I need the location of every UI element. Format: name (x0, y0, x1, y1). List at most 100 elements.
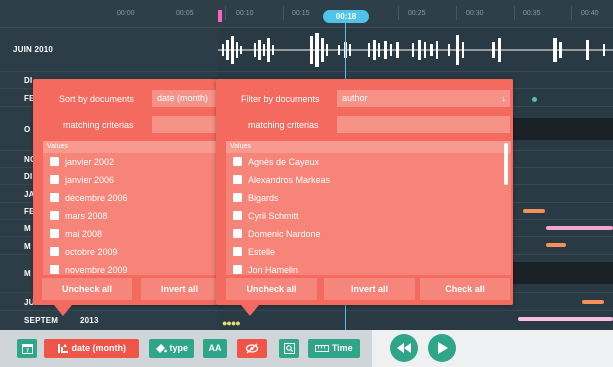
popup-pointer (54, 305, 72, 316)
filter-value-label: Domenic Nardone (248, 229, 321, 239)
filter-value-label: Cyril Schmitt (248, 211, 299, 221)
font-button[interactable]: AA (203, 339, 227, 358)
svg-text:7: 7 (25, 349, 28, 355)
sort-value-label: janvier 2002 (65, 157, 115, 167)
ruler-tick: 00:35 (523, 10, 541, 17)
filter-value-item[interactable]: Cyril Schmitt (226, 207, 511, 225)
ruler-tick: 00:25 (408, 10, 426, 17)
filter-select-value: author (342, 93, 368, 103)
sort-value-item[interactable]: mai 2008 (43, 225, 218, 243)
invert-all-button[interactable]: Invert all (141, 278, 218, 300)
event-segment[interactable] (546, 243, 566, 247)
ruler-tick: 00:30 (466, 10, 484, 17)
filter-select[interactable]: author ↓ (337, 90, 510, 107)
checkbox[interactable] (233, 157, 242, 166)
dots-indicator: ●●●● (222, 318, 241, 328)
sort-value-item[interactable]: janvier 2002 (43, 153, 218, 171)
event-marker[interactable] (532, 97, 537, 102)
current-time-badge[interactable]: 00:18 (323, 10, 369, 23)
filter-value-item[interactable]: Agnès de Cayeux (226, 153, 511, 171)
ruler-tick: 00:10 (236, 10, 254, 17)
uncheck-all-button[interactable]: Uncheck all (42, 278, 132, 300)
ruler-tick: 00:00 (117, 10, 135, 17)
checkbox[interactable] (50, 229, 59, 238)
checkbox[interactable] (233, 193, 242, 202)
audio-waveform[interactable] (218, 30, 613, 70)
ruler-tick: 00:40 (581, 10, 599, 17)
sort-icon (57, 344, 68, 354)
sort-value-label: mai 2008 (65, 229, 103, 239)
sort-value-item[interactable]: mars 2008 (43, 207, 218, 225)
checkbox[interactable] (50, 211, 59, 220)
sort-value-item[interactable]: octobre 2009 (43, 243, 218, 261)
search-button[interactable] (279, 339, 299, 358)
filter-popup: Filter by documents author ↓ matching cr… (216, 79, 513, 316)
calendar-icon: 7 (21, 344, 33, 355)
row-label: JUIN 2010 (13, 45, 54, 54)
row-label: DI (24, 76, 33, 85)
ruler-divider (225, 6, 226, 20)
filter-values-list[interactable]: Values Agnès de Cayeux Alexandros Markea… (226, 141, 511, 275)
video-thumbnail-strip[interactable] (510, 262, 613, 284)
filter-value-item[interactable]: Domenic Nardone (226, 225, 511, 243)
event-segment[interactable] (546, 226, 613, 230)
check-all-button[interactable]: Check all (420, 278, 510, 300)
video-thumbnail-strip[interactable] (510, 118, 613, 140)
sort-value-item[interactable]: janvier 2006 (43, 171, 218, 189)
uncheck-all-button[interactable]: Uncheck all (226, 278, 317, 300)
dropdown-arrow-icon[interactable]: ↓ (502, 90, 507, 107)
checkbox[interactable] (233, 229, 242, 238)
calendar-button[interactable]: 7 (17, 339, 37, 358)
filter-footer: Uncheck all Invert all Check all (216, 273, 513, 305)
filter-value-item[interactable]: Estelle (226, 243, 511, 261)
sort-title: Sort by documents (59, 94, 135, 104)
time-button[interactable]: Time (308, 339, 360, 358)
checkbox[interactable] (233, 175, 242, 184)
checkbox[interactable] (233, 211, 242, 220)
time-ruler[interactable]: 00:00 00:05 00:10 00:15 00:25 00:30 00:3… (0, 0, 613, 28)
invert-all-button[interactable]: Invert all (324, 278, 415, 300)
filter-matching-input[interactable] (337, 116, 510, 133)
filter-value-item[interactable]: Bigards (226, 189, 511, 207)
bottom-toolbar: 7 date (month) type AA Time (0, 330, 613, 367)
sort-value-label: janvier 2006 (65, 175, 115, 185)
time-button-label: Time (331, 343, 353, 353)
search-icon (283, 343, 295, 355)
sort-matching-input[interactable] (152, 116, 218, 133)
ruler-divider (514, 6, 515, 20)
sort-value-label: mars 2008 (65, 211, 108, 221)
ruler-divider (456, 6, 457, 20)
row-label: M (24, 269, 31, 278)
checkbox[interactable] (50, 247, 59, 256)
sort-values-list[interactable]: Values janvier 2002 janvier 2006 décembr… (43, 141, 218, 275)
ruler-icon (315, 345, 330, 353)
type-button[interactable]: type (149, 339, 194, 358)
sort-value-label: octobre 2009 (65, 247, 118, 257)
play-button[interactable] (428, 334, 456, 362)
filter-matching-label: matching criterias (248, 120, 319, 130)
sort-button-label: date (month) (71, 343, 127, 353)
sort-value-item[interactable]: décembre 2006 (43, 189, 218, 207)
rewind-button[interactable] (390, 334, 418, 362)
sort-select-value: date (month) (157, 93, 209, 103)
sort-select[interactable]: date (month) (152, 90, 218, 107)
ruler-divider (283, 6, 284, 20)
filter-values-header: Values (226, 141, 511, 153)
event-segment[interactable] (582, 300, 604, 304)
ruler-divider (571, 6, 572, 20)
event-segment[interactable] (518, 317, 613, 321)
filter-value-label: Agnès de Cayeux (248, 157, 320, 167)
sort-button[interactable]: date (month) (44, 339, 139, 358)
checkbox[interactable] (233, 247, 242, 256)
sort-footer: Uncheck all Invert all (33, 273, 218, 305)
event-segment[interactable] (523, 209, 545, 213)
values-scrollbar[interactable] (504, 143, 508, 185)
range-marker[interactable] (218, 10, 222, 22)
hide-button[interactable] (237, 339, 267, 358)
row-label: SEPTEM (24, 316, 59, 325)
checkbox[interactable] (50, 157, 59, 166)
checkbox[interactable] (50, 193, 59, 202)
ruler-divider (398, 6, 399, 20)
filter-value-item[interactable]: Alexandros Markeas (226, 171, 511, 189)
checkbox[interactable] (50, 175, 59, 184)
